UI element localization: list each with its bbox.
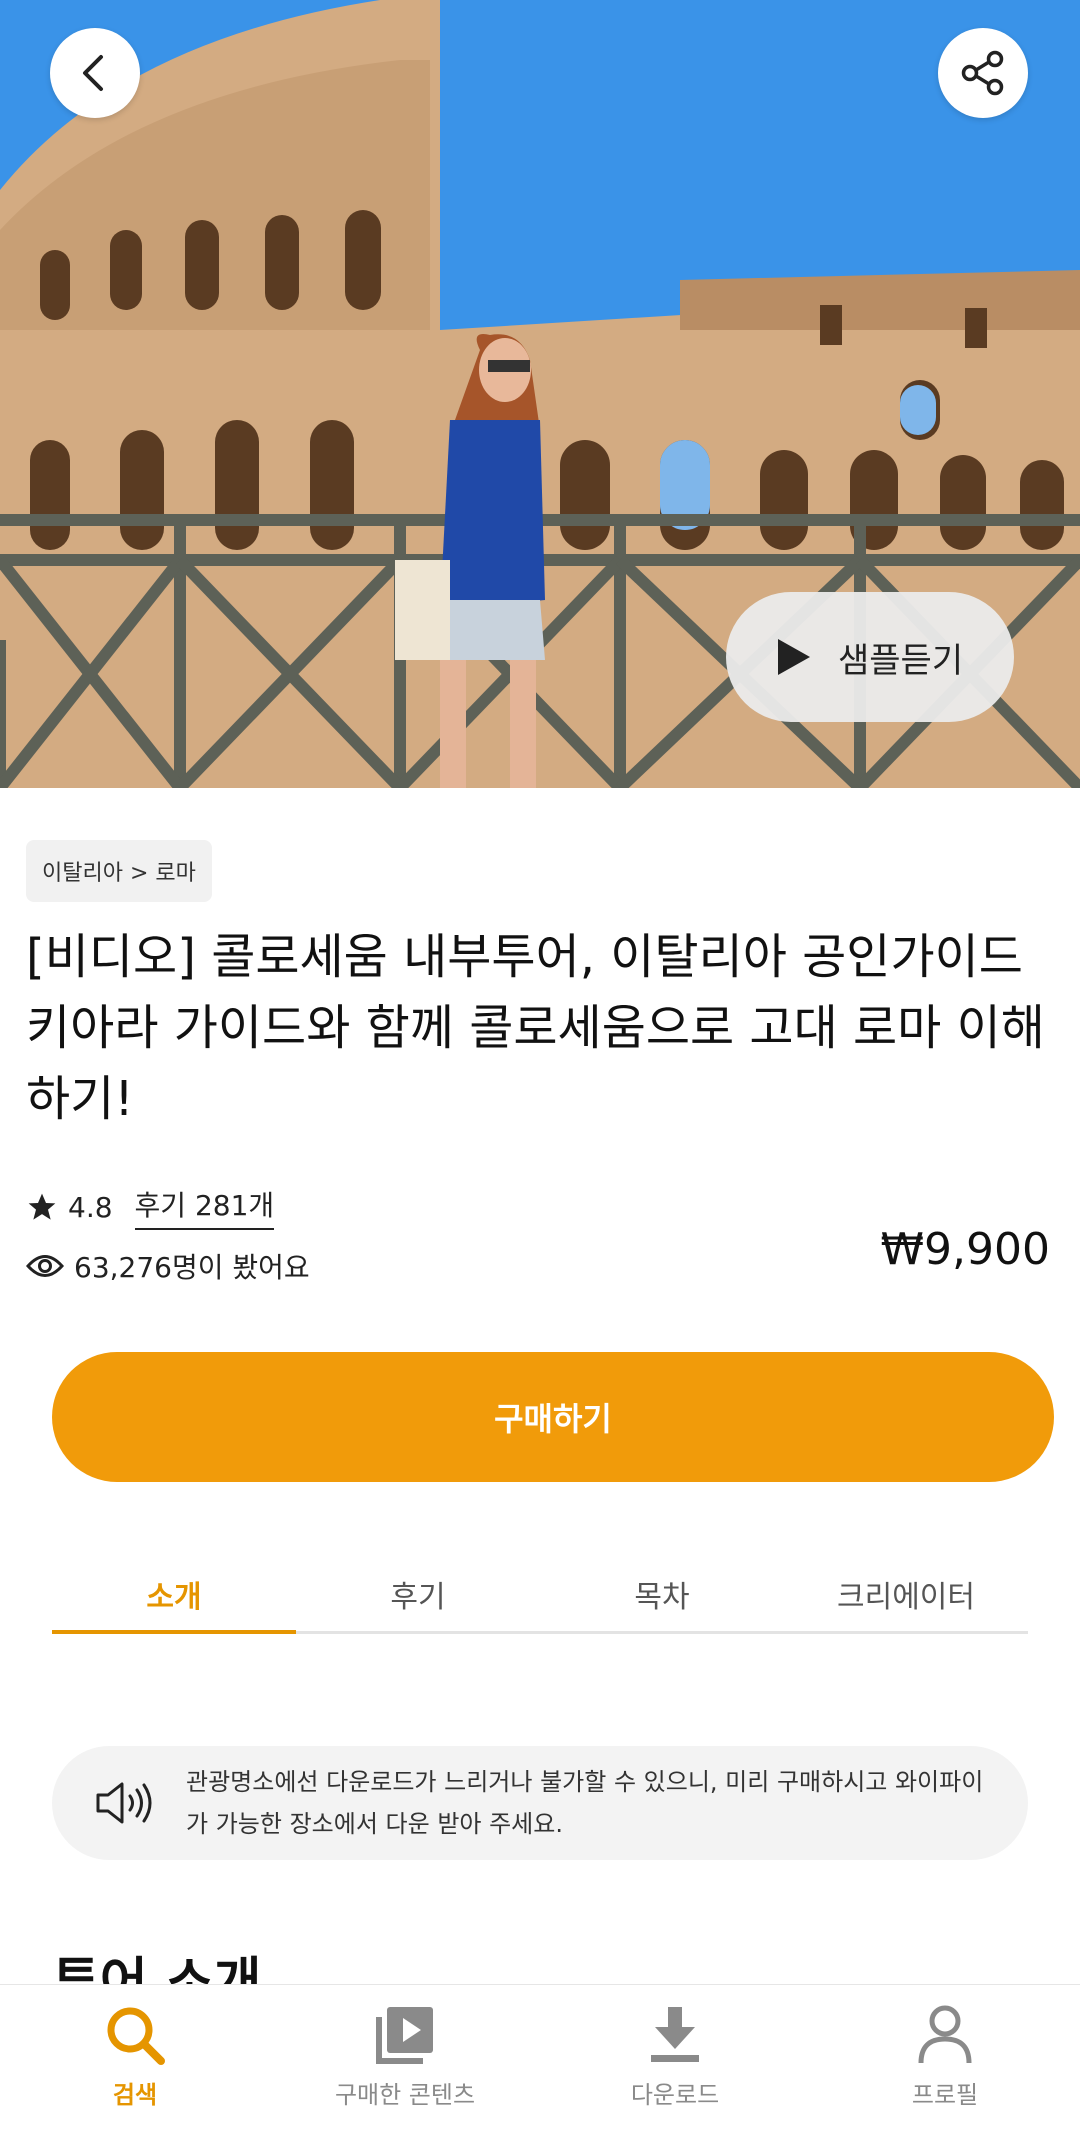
share-icon xyxy=(961,50,1004,96)
download-icon xyxy=(651,2007,699,2062)
search-icon xyxy=(107,2007,165,2065)
tab-intro[interactable]: 소개 xyxy=(52,1560,296,1634)
tab-contents[interactable]: 목차 xyxy=(540,1560,784,1631)
nav-search-label: 검색 xyxy=(112,2081,158,2109)
rating-value: 4.8 xyxy=(68,1190,113,1224)
nav-profile-label: 프로필 xyxy=(911,2081,979,2109)
download-notice: 관광명소에선 다운로드가 느리거나 불가할 수 있으니, 미리 구매하시고 와이… xyxy=(52,1746,1028,1860)
nav-profile[interactable]: 프로필 xyxy=(810,1985,1080,2134)
chevron-left-icon xyxy=(83,55,103,91)
nav-download[interactable]: 다운로드 xyxy=(540,1985,810,2134)
back-button[interactable] xyxy=(50,28,140,118)
reviews-link[interactable]: 후기 281개 xyxy=(134,1184,275,1230)
sample-listen-button[interactable]: 샘플듣기 xyxy=(726,592,1014,722)
nav-purchased[interactable]: 구매한 콘텐츠 xyxy=(270,1985,540,2134)
tab-creator[interactable]: 크리에이터 xyxy=(784,1560,1028,1631)
nav-purchased-label: 구매한 콘텐츠 xyxy=(334,2081,476,2109)
notice-text: 관광명소에선 다운로드가 느리거나 불가할 수 있으니, 미리 구매하시고 와이… xyxy=(186,1768,984,1838)
profile-icon xyxy=(918,2005,972,2064)
video-library-icon xyxy=(376,2007,433,2064)
star-icon xyxy=(28,1193,56,1220)
play-icon xyxy=(778,639,810,675)
views-count: 63,276명이 봤어요 xyxy=(74,1251,310,1284)
share-button[interactable] xyxy=(938,28,1028,118)
eye-icon xyxy=(26,1255,64,1277)
buy-button[interactable]: 구매하기 xyxy=(52,1352,1054,1482)
tab-reviews[interactable]: 후기 xyxy=(296,1560,540,1631)
product-title: [비디오] 콜로세움 내부투어, 이탈리아 공인가이드 키아라 가이드와 함께 … xyxy=(26,929,1045,1127)
nav-search[interactable]: 검색 xyxy=(0,1985,270,2134)
bottom-navigation: 검색 구매한 콘텐츠 다운로드 프로필 xyxy=(0,1984,1080,2134)
rating-row: 4.8 후기 281개 xyxy=(26,1184,275,1230)
sample-listen-label: 샘플듣기 xyxy=(838,640,964,681)
price: ₩9,900 xyxy=(880,1224,1050,1275)
views-row: 63,276명이 봤어요 xyxy=(26,1246,310,1286)
speaker-icon xyxy=(96,1782,152,1824)
breadcrumb[interactable]: 이탈리아 > 로마 xyxy=(26,840,212,902)
hero-image: 샘플듣기 xyxy=(0,0,1080,788)
nav-download-label: 다운로드 xyxy=(630,2081,720,2109)
content-tabs: 소개 후기 목차 크리에이터 xyxy=(52,1560,1028,1634)
